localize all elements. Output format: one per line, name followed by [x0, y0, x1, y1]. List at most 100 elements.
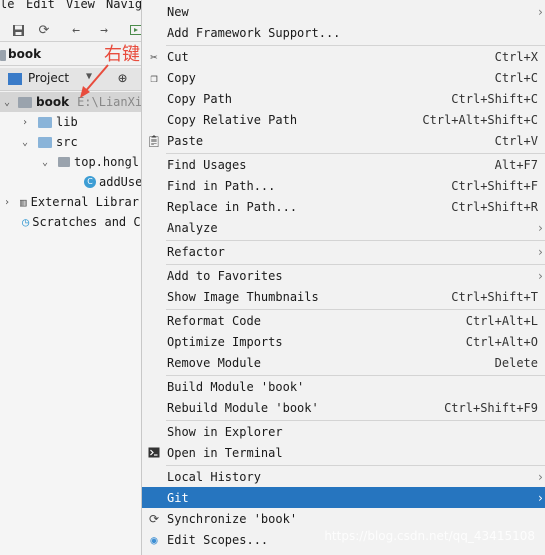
package-icon — [58, 157, 70, 167]
project-panel-header: Project ▼ ⊕ — [0, 68, 150, 91]
tree-item-scratches[interactable]: ◷ Scratches and C — [0, 212, 150, 232]
tree-item-book[interactable]: ⌄ book E:\LianXi — [0, 92, 150, 112]
library-icon: ▥ — [20, 195, 27, 209]
project-view-icon — [8, 73, 22, 85]
menu-edit[interactable]: Edit — [26, 0, 55, 11]
forward-arrow-icon[interactable]: → — [96, 22, 112, 38]
menu-item-label: Find Usages — [167, 157, 247, 172]
menu-item-shortcut: Ctrl+Shift+F — [451, 178, 538, 193]
chevron-right-icon: › — [536, 4, 544, 19]
tree-label: src — [56, 135, 78, 149]
chevron-down-icon[interactable]: ⌄ — [20, 137, 30, 148]
module-folder-icon — [18, 96, 32, 108]
menu-item-label: Add Framework Support... — [167, 25, 341, 40]
menu-item-label: Add to Favorites — [167, 268, 283, 283]
menu-item-open-in-terminal[interactable]: Open in Terminal — [142, 442, 545, 463]
menu-item-copy-path[interactable]: Copy Path Ctrl+Shift+C — [142, 88, 545, 109]
tree-item-external-libraries[interactable]: › ▥ External Librar — [0, 192, 150, 212]
chevron-down-icon[interactable]: ▼ — [86, 71, 92, 82]
menu-item-reformat-code[interactable]: Reformat Code Ctrl+Alt+L — [142, 310, 545, 331]
tree-item-lib[interactable]: › lib — [0, 112, 150, 132]
menu-item-label: Synchronize 'book' — [167, 511, 298, 526]
scope-icon: ◉ — [150, 532, 158, 547]
module-icon — [0, 50, 6, 61]
menu-item-label: Rebuild Module 'book' — [167, 400, 319, 415]
project-tree: ⌄ book E:\LianXi › lib ⌄ src ⌄ top.hongl… — [0, 92, 150, 555]
menu-file[interactable]: le — [0, 0, 14, 11]
chevron-right-icon[interactable]: › — [2, 197, 12, 208]
tree-item-package[interactable]: ⌄ top.hongl — [0, 152, 150, 172]
chevron-down-icon[interactable]: ⌄ — [40, 157, 50, 168]
menu-view[interactable]: View — [66, 0, 95, 11]
class-icon: C — [84, 176, 96, 188]
menu-item-shortcut: Ctrl+Alt+Shift+C — [422, 112, 538, 127]
watermark: https://blog.csdn.net/qq_43415108 — [324, 529, 535, 543]
tree-item-class[interactable]: C addUse — [0, 172, 150, 192]
menu-item-label: Local History — [167, 469, 261, 484]
menu-item-label: Analyze — [167, 220, 218, 235]
project-view-selector[interactable]: Project — [28, 71, 69, 85]
tree-label: lib — [56, 115, 78, 129]
save-icon[interactable] — [10, 22, 26, 38]
tree-path: E:\LianXi — [77, 95, 143, 109]
sync-icon: ⟳ — [148, 511, 160, 526]
terminal-icon — [146, 445, 162, 461]
menu-item-label: Copy Relative Path — [167, 112, 298, 127]
menu-item-shortcut: Ctrl+V — [494, 133, 538, 148]
scissors-icon: ✂ — [150, 49, 158, 64]
tree-item-src[interactable]: ⌄ src — [0, 132, 150, 152]
sync-icon[interactable]: ⟳ — [36, 22, 52, 38]
menu-item-refactor[interactable]: Refactor › — [142, 241, 545, 262]
breadcrumb-book[interactable]: book — [8, 47, 41, 61]
menu-item-show-image-thumbnails[interactable]: Show Image Thumbnails Ctrl+Shift+T — [142, 286, 545, 307]
menu-item-label: Show Image Thumbnails — [167, 289, 319, 304]
menu-item-find-in-path[interactable]: Find in Path... Ctrl+Shift+F — [142, 175, 545, 196]
menu-navigate[interactable]: Navig — [106, 0, 142, 11]
menu-item-paste[interactable]: 📋︎ Paste Ctrl+V — [142, 130, 545, 151]
menu-item-optimize-imports[interactable]: Optimize Imports Ctrl+Alt+O — [142, 331, 545, 352]
menu-item-shortcut: Alt+F7 — [494, 157, 538, 172]
menu-item-copy[interactable]: ❐ Copy Ctrl+C — [142, 67, 545, 88]
menu-item-label: Find in Path... — [167, 178, 276, 193]
folder-icon — [38, 116, 52, 128]
menu-item-git[interactable]: Git › — [142, 487, 545, 508]
menu-item-add-framework-support[interactable]: Add Framework Support... — [142, 22, 545, 43]
menu-item-replace-in-path[interactable]: Replace in Path... Ctrl+Shift+R — [142, 196, 545, 217]
copy-icon: ❐ — [150, 70, 158, 85]
menu-item-label: Cut — [167, 49, 189, 64]
chevron-right-icon: › — [536, 268, 544, 283]
menu-item-show-in-explorer[interactable]: Show in Explorer — [142, 421, 545, 442]
menu-item-build-module[interactable]: Build Module 'book' — [142, 376, 545, 397]
menu-item-label: Build Module 'book' — [167, 379, 305, 394]
menu-item-copy-relative-path[interactable]: Copy Relative Path Ctrl+Alt+Shift+C — [142, 109, 545, 130]
menu-item-find-usages[interactable]: Find Usages Alt+F7 — [142, 154, 545, 175]
menu-item-analyze[interactable]: Analyze › — [142, 217, 545, 238]
menu-item-label: Copy — [167, 70, 196, 85]
tree-label: External Librar — [30, 195, 139, 209]
chevron-right-icon[interactable]: › — [20, 117, 30, 128]
menu-item-label: Git — [167, 490, 189, 505]
tree-label: addUse — [99, 175, 143, 189]
source-folder-icon — [38, 136, 52, 148]
chevron-right-icon: › — [536, 220, 544, 235]
context-menu: New › Add Framework Support... ✂ Cut Ctr… — [141, 0, 545, 555]
chevron-right-icon: › — [536, 244, 544, 259]
menu-item-shortcut: Ctrl+X — [494, 49, 538, 64]
back-arrow-icon[interactable]: ← — [68, 22, 84, 38]
menu-item-add-to-favorites[interactable]: Add to Favorites › — [142, 265, 545, 286]
menu-item-local-history[interactable]: Local History › — [142, 466, 545, 487]
menu-item-shortcut: Ctrl+Alt+O — [465, 334, 538, 349]
menu-item-label: New — [167, 4, 189, 19]
menu-item-label: Replace in Path... — [167, 199, 298, 214]
locate-icon[interactable]: ⊕ — [118, 69, 127, 87]
menu-item-shortcut: Ctrl+Shift+C — [451, 91, 538, 106]
menu-item-cut[interactable]: ✂ Cut Ctrl+X — [142, 46, 545, 67]
menu-item-rebuild-module[interactable]: Rebuild Module 'book' Ctrl+Shift+F9 — [142, 397, 545, 418]
menu-item-label: Remove Module — [167, 355, 261, 370]
chevron-down-icon[interactable]: ⌄ — [2, 97, 12, 108]
toolbar: ⟳ ← → — [0, 18, 150, 42]
menu-item-synchronize[interactable]: ⟳ Synchronize 'book' — [142, 508, 545, 529]
menu-item-remove-module[interactable]: Remove Module Delete — [142, 352, 545, 373]
menu-item-new[interactable]: New › — [142, 1, 545, 22]
menu-item-shortcut: Delete — [494, 355, 538, 370]
